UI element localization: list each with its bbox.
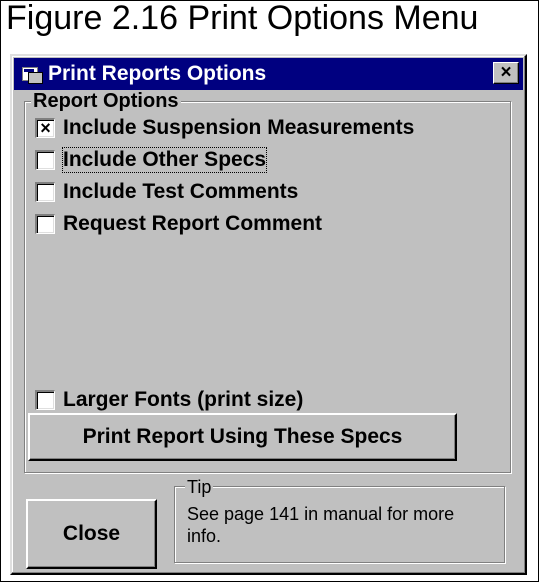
checkbox-label: Request Report Comment [63,212,323,235]
checkbox-box[interactable] [35,390,55,410]
check-mark-icon: × [40,118,51,138]
figure-frame: Figure 2.16 Print Options Menu Print Rep… [0,0,539,582]
close-button[interactable]: Close [26,499,157,569]
checkbox-label: Include Other Specs [61,147,268,173]
app-window-icon [20,64,43,84]
report-options-label: Report Options [31,90,181,113]
print-reports-dialog: Print Reports Options × Report Options ×… [10,54,527,575]
checkbox-label: Include Suspension Measurements [63,116,415,139]
checkbox-box[interactable] [35,182,55,202]
figure-caption: Figure 2.16 Print Options Menu [6,0,479,37]
include-test-comments-checkbox[interactable]: Include Test Comments [35,180,298,204]
tip-label: Tip [185,477,214,498]
checkbox-box[interactable] [35,150,55,170]
request-report-comment-checkbox[interactable]: Request Report Comment [35,212,322,236]
include-other-specs-checkbox[interactable]: Include Other Specs [35,147,268,173]
tip-text: See page 141 in manual for more info. [187,504,455,546]
larger-fonts-checkbox[interactable]: Larger Fonts (print size) [35,388,303,412]
close-icon[interactable]: × [493,62,519,84]
dialog-title: Print Reports Options [48,62,267,85]
checkbox-box[interactable]: × [35,118,55,138]
include-suspension-measurements-checkbox[interactable]: × Include Suspension Measurements [35,116,414,140]
checkbox-box[interactable] [35,214,55,234]
checkbox-label: Include Test Comments [63,180,299,203]
tip-box: Tip See page 141 in manual for more info… [174,477,505,563]
title-bar[interactable]: Print Reports Options × [14,58,523,90]
print-report-button[interactable]: Print Report Using These Specs [28,413,457,461]
checkbox-label: Larger Fonts (print size) [63,388,304,411]
